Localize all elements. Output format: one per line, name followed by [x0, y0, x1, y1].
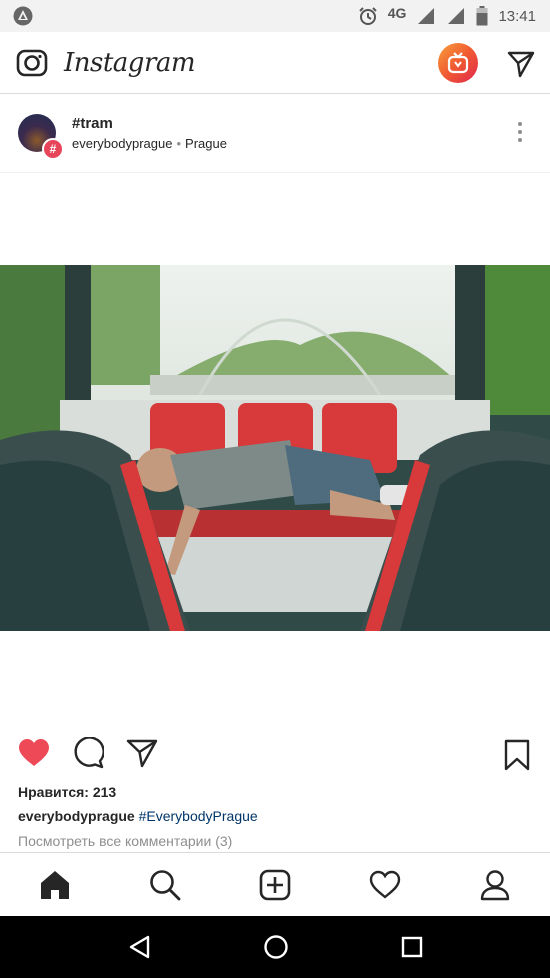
- nav-profile[interactable]: [470, 860, 520, 910]
- search-icon: [150, 869, 181, 900]
- separator-dot: •: [176, 136, 182, 151]
- system-navigation-bar: [0, 916, 550, 978]
- view-comments-link[interactable]: Посмотреть все комментарии (3): [0, 824, 550, 849]
- igtv-icon: [447, 51, 469, 73]
- more-options-icon[interactable]: [518, 122, 522, 142]
- post-header: # #tram everybodyprague • Prague: [0, 94, 550, 172]
- post-caption: everybodyprague #EverybodyPrague: [0, 800, 550, 824]
- bookmark-icon[interactable]: [504, 739, 530, 771]
- camera-icon[interactable]: [16, 47, 48, 79]
- home-icon: [41, 870, 69, 899]
- signal-icon-2: [448, 8, 465, 24]
- caption-username[interactable]: everybodyprague: [18, 808, 135, 824]
- network-type: 4G: [387, 5, 407, 21]
- back-icon[interactable]: [126, 934, 152, 960]
- direct-message-icon[interactable]: [506, 48, 536, 78]
- comment-icon[interactable]: [72, 737, 104, 769]
- like-heart-icon[interactable]: [18, 738, 50, 768]
- status-bar: 4G 13:41: [0, 0, 550, 32]
- post-media[interactable]: [0, 172, 550, 722]
- profile-icon: [480, 869, 510, 900]
- caption-hashtag[interactable]: #EverybodyPrague: [139, 808, 258, 824]
- app-wordmark: Instagram: [64, 47, 196, 78]
- add-post-icon: [259, 869, 291, 900]
- bottom-navigation: [0, 852, 550, 916]
- nav-home[interactable]: [30, 860, 80, 910]
- signal-icon: [418, 8, 435, 24]
- post-photo: [0, 265, 550, 631]
- clock: 13:41: [498, 7, 536, 25]
- battery-icon: [476, 6, 488, 26]
- app-notification-icon: [13, 6, 33, 26]
- nav-add-post[interactable]: [250, 860, 300, 910]
- share-icon[interactable]: [126, 738, 158, 768]
- nav-search[interactable]: [140, 860, 190, 910]
- post-account[interactable]: everybodyprague: [72, 136, 172, 151]
- post-location[interactable]: Prague: [185, 136, 227, 151]
- alarm-icon: [359, 7, 377, 25]
- activity-heart-icon: [369, 870, 401, 899]
- likes-count[interactable]: Нравится: 213: [0, 784, 550, 800]
- app-header: Instagram: [0, 32, 550, 94]
- hashtag-avatar[interactable]: #: [18, 114, 64, 160]
- hashtag-badge-icon: #: [42, 138, 64, 160]
- post-hashtag-title[interactable]: #tram: [72, 115, 227, 132]
- nav-activity[interactable]: [360, 860, 410, 910]
- post-actions: [0, 722, 550, 784]
- igtv-button[interactable]: [438, 42, 478, 83]
- recents-icon[interactable]: [400, 935, 424, 959]
- home-circle-icon[interactable]: [263, 934, 289, 960]
